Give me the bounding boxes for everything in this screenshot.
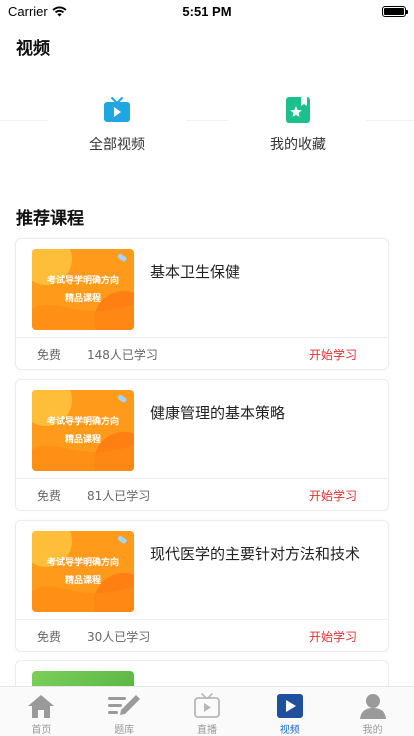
- start-learning-button[interactable]: 开始学习: [309, 628, 357, 645]
- course-learners: 148人已学习: [87, 347, 158, 362]
- thumbnail-line1: 考试导学明确方向: [47, 415, 119, 427]
- thumbnail-line2: 精品课程: [65, 292, 101, 304]
- tab-questions[interactable]: 题库: [83, 687, 166, 736]
- battery-fill: [383, 7, 404, 15]
- tab-mine-label: 我的: [362, 725, 383, 736]
- page-title: 视频: [16, 39, 50, 59]
- course-footer: 免费 81人已学习 开始学习: [16, 478, 388, 510]
- status-time: 5:51 PM: [182, 3, 232, 19]
- video-play-icon: [276, 694, 303, 718]
- start-learning-button[interactable]: 开始学习: [309, 487, 357, 504]
- tab-live[interactable]: 直播: [166, 687, 249, 736]
- wifi-icon: [52, 6, 67, 16]
- bookmark-star-icon: [286, 97, 310, 123]
- status-left: Carrier: [8, 4, 128, 19]
- thumbnail-line2: 精品课程: [65, 574, 101, 586]
- start-learning-button[interactable]: 开始学习: [309, 346, 357, 363]
- battery-icon: [381, 5, 408, 17]
- course-price: 免费: [37, 629, 62, 644]
- course-thumbnail: 考试导学明确方向 精品课程: [32, 390, 134, 471]
- thumbnail-line1: 考试导学明确方向: [47, 274, 119, 286]
- tab-bar: 首页 题库 直播 视频 我的: [0, 686, 414, 736]
- tab-video[interactable]: 视频: [248, 687, 331, 736]
- course-learners: 30人已学习: [87, 629, 151, 644]
- all-videos-button[interactable]: 全部视频: [57, 96, 177, 154]
- course-footer: 免费 30人已学习 开始学习: [16, 619, 388, 651]
- entry-divider: [186, 120, 228, 121]
- course-title: 现代医学的主要针对方法和技术: [150, 545, 361, 563]
- thumbnail-line1: 考试导学明确方向: [47, 556, 119, 568]
- tab-live-label: 直播: [196, 725, 217, 736]
- entry-row: 全部视频 我的收藏: [0, 96, 414, 156]
- course-footer: 免费 148人已学习 开始学习: [16, 337, 388, 369]
- tab-video-label: 视频: [279, 725, 300, 736]
- my-favorites-label: 我的收藏: [270, 137, 326, 153]
- tab-home-label: 首页: [31, 725, 52, 736]
- my-favorites-button[interactable]: 我的收藏: [238, 96, 358, 154]
- entry-divider: [0, 120, 48, 121]
- tv-icon: [194, 693, 220, 718]
- course-learners: 81人已学习: [87, 488, 151, 503]
- thumbnail-line2: 精品课程: [65, 433, 101, 445]
- home-icon: [28, 695, 55, 718]
- section-title: 推荐课程: [16, 209, 84, 229]
- tab-home[interactable]: 首页: [0, 687, 83, 736]
- entry-divider: [366, 120, 414, 121]
- status-bar: Carrier 5:51 PM: [0, 0, 414, 22]
- carrier-label: Carrier: [8, 3, 48, 19]
- tab-mine[interactable]: 我的: [331, 687, 414, 736]
- course-price: 免费: [37, 488, 62, 503]
- tv-play-icon: [104, 97, 130, 122]
- course-card[interactable]: 考试导学明确方向 精品课程 基本卫生保健 免费 148人已学习 开始学习: [15, 238, 389, 370]
- tab-questions-label: 题库: [114, 725, 135, 736]
- course-card[interactable]: 考试导学明确方向 精品课程 健康管理的基本策略 免费 81人已学习 开始学习: [15, 379, 389, 511]
- user-icon: [359, 694, 386, 719]
- status-right: [286, 5, 408, 17]
- course-thumbnail: 考试导学明确方向 精品课程: [32, 531, 134, 612]
- course-title: 健康管理的基本策略: [150, 404, 286, 422]
- course-price: 免费: [37, 347, 62, 362]
- all-videos-label: 全部视频: [89, 137, 145, 153]
- edit-icon: [108, 695, 141, 715]
- course-list: 考试导学明确方向 精品课程 基本卫生保健 免费 148人已学习 开始学习 考试导…: [15, 238, 389, 661]
- course-card[interactable]: 考试导学明确方向 精品课程 现代医学的主要针对方法和技术 免费 30人已学习 开…: [15, 520, 389, 652]
- course-thumbnail: 考试导学明确方向 精品课程: [32, 249, 134, 330]
- course-title: 基本卫生保健: [150, 263, 241, 281]
